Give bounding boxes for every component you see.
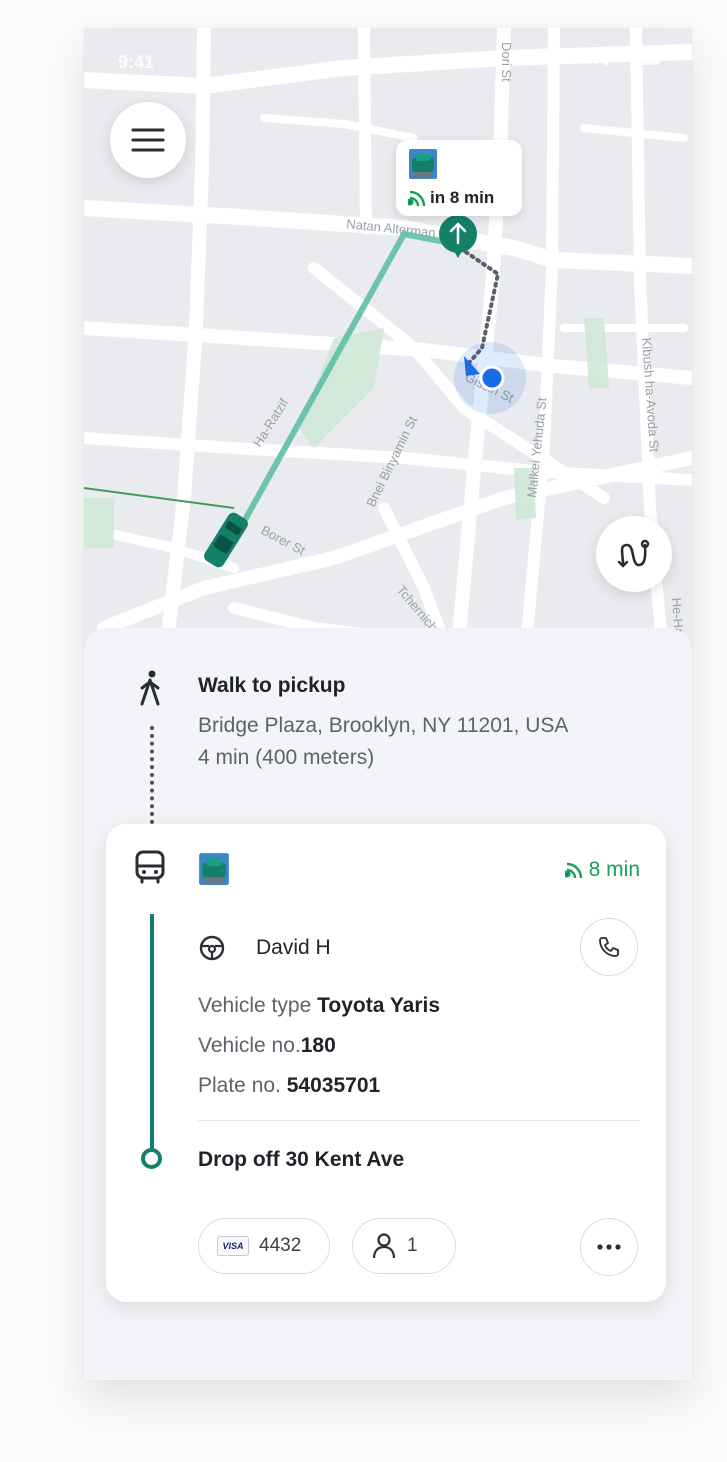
vehicle-number-row: Vehicle no.180 [198,1034,336,1058]
taxi-icon [199,853,229,885]
vehicle-number-value: 180 [300,1034,336,1057]
route-options-button[interactable] [596,516,672,592]
ride-card: 8 min David H Vehicle type Toyota Yaris … [106,824,666,1302]
eta-bubble: in 8 min [396,140,522,216]
vehicle-type-row: Vehicle type Toyota Yaris [198,994,440,1018]
plate-number-value: 54035701 [286,1074,381,1097]
ride-route-line [150,914,154,1150]
steering-wheel-icon [199,935,225,961]
phone-screen: Dori St Natan Alterman St Bnei Binyamin … [84,28,692,1380]
vehicle-type-label: Vehicle type [198,994,312,1017]
hamburger-icon [131,128,165,152]
plate-number-row: Plate no. 54035701 [198,1074,380,1098]
ride-eta: 8 min [564,858,640,882]
plate-number-label: Plate no. [198,1074,281,1097]
live-signal-icon [564,862,582,878]
vehicle-type-value: Toyota Yaris [317,994,441,1017]
phone-icon [599,937,619,957]
visa-card-icon: VISA [217,1236,249,1256]
person-icon [372,1233,396,1259]
walk-title: Walk to pickup [198,674,346,697]
live-signal-icon [408,190,426,206]
walk-connector [150,726,154,824]
map-view[interactable]: Dori St Natan Alterman St Bnei Binyamin … [84,28,692,668]
status-time: 9:41 [118,52,155,72]
call-driver-button[interactable] [580,918,638,976]
walk-address: Bridge Plaza, Brooklyn, NY 11201, USA [198,714,569,737]
eta-bubble-line: in 8 min [408,188,494,208]
payment-method-button[interactable]: VISA 4432 [198,1218,330,1274]
bus-icon [135,850,165,884]
status-icons [584,52,660,66]
walking-icon [140,670,160,706]
trip-sheet: Walk to pickup Bridge Plaza, Brooklyn, N… [84,628,692,1380]
street-label: Dori St [499,42,514,82]
eta-bubble-text: in 8 min [430,188,495,207]
passenger-count-button[interactable]: 1 [352,1218,456,1274]
dropoff-address: Drop off 30 Kent Ave [198,1148,405,1171]
card-last4: 4432 [259,1235,302,1256]
driver-name: David H [256,936,331,959]
menu-button[interactable] [110,102,186,178]
divider [198,1120,640,1121]
dropoff-marker [141,1148,162,1169]
walk-duration: 4 min (400 meters) [198,746,375,769]
passenger-count: 1 [407,1235,418,1256]
route-icon [617,539,650,568]
more-options-button[interactable] [580,1218,638,1276]
ride-eta-text: 8 min [588,858,640,881]
taxi-icon [409,149,437,179]
vehicle-number-label: Vehicle no. [198,1034,301,1057]
more-dots-icon [597,1244,621,1250]
